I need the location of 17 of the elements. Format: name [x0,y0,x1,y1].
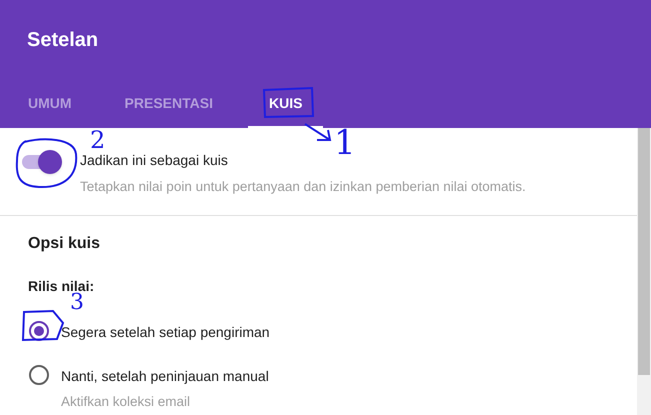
annotation-number: 3 [70,292,84,314]
annotation-box [261,86,315,119]
radio-label: Segera setelah setiap pengiriman [61,323,270,342]
toggle-description: Tetapkan nilai poin untuk pertanyaan dan izinkan pemberian nilai otomatis. [80,178,526,196]
tab[interactable]: KUIS [248,80,324,128]
window-title: Setelan [27,28,98,53]
toggle-label: Jadikan ini sebagai kuis [80,151,229,170]
tab[interactable]: PRESENTASI [104,80,234,128]
radio-description: Aktifkan koleksi email [61,393,192,412]
radio-button[interactable] [29,365,49,386]
annotation-number: 1 [334,126,356,160]
tab[interactable]: UMUM [7,80,93,128]
section-title: Opsi kuis [28,234,102,254]
radio-label: Nanti, setelah peninjauan manual [61,367,269,386]
annotation-number: 2 [90,128,106,152]
annotation-arrow [303,122,333,144]
radio-button[interactable] [29,321,49,342]
